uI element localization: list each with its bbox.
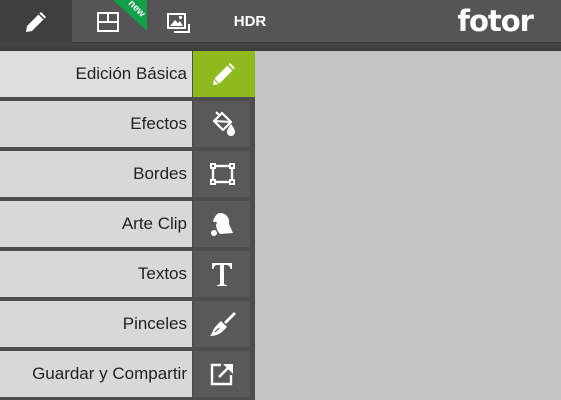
menu-item-efectos[interactable]: Efectos	[0, 101, 250, 147]
menu-item-label: Guardar y Compartir	[0, 351, 192, 397]
tool-panel: Edición Básica Efectos Bordes Arte Clip …	[0, 51, 255, 400]
image-design-icon	[167, 12, 190, 33]
menu-item-edicion-basica[interactable]: Edición Básica	[0, 51, 255, 97]
paint-bucket-icon	[212, 111, 235, 136]
menu-item-icon-box	[194, 201, 250, 247]
collage-mode-button[interactable]	[85, 0, 131, 43]
design-mode-button[interactable]	[155, 0, 201, 43]
menu-item-icon-box	[194, 251, 250, 297]
hdr-label: HDR	[233, 13, 267, 30]
menu-item-bordes[interactable]: Bordes	[0, 151, 250, 197]
text-t-icon	[212, 263, 232, 286]
toolbar-shadow	[0, 43, 561, 51]
menu-item-label: Edición Básica	[0, 51, 192, 97]
menu-item-label: Pinceles	[0, 301, 192, 347]
menu-item-guardar-compartir[interactable]: Guardar y Compartir	[0, 351, 250, 397]
menu-item-textos[interactable]: Textos	[0, 251, 250, 297]
pencil-icon	[26, 11, 46, 32]
pencil-icon	[213, 63, 235, 85]
hdr-mode-button[interactable]: HDR	[224, 0, 276, 43]
bell-clipart-icon	[211, 213, 233, 236]
brush-icon	[210, 312, 236, 336]
menu-item-icon-box	[194, 101, 250, 147]
frame-icon	[210, 163, 235, 185]
menu-item-icon-box	[194, 151, 250, 197]
menu-item-arte-clip[interactable]: Arte Clip	[0, 201, 250, 247]
menu-item-label: Arte Clip	[0, 201, 192, 247]
menu-item-label: Bordes	[0, 151, 192, 197]
menu-item-label: Efectos	[0, 101, 192, 147]
menu-item-pinceles[interactable]: Pinceles	[0, 301, 250, 347]
edit-mode-button[interactable]	[0, 0, 72, 43]
menu-item-icon-box	[194, 301, 250, 347]
menu-item-label: Textos	[0, 251, 192, 297]
menu-item-icon-box	[194, 351, 250, 397]
menu-item-icon-box	[193, 51, 255, 97]
top-toolbar: new HDR fotor	[0, 0, 561, 43]
share-export-icon	[210, 363, 233, 386]
collage-icon	[97, 11, 119, 32]
fotor-logo: fotor	[457, 4, 534, 38]
photo-canvas-area[interactable]	[255, 51, 561, 400]
fotor-editor: new HDR fotor Edición Básica Efectos Bor…	[0, 0, 561, 400]
